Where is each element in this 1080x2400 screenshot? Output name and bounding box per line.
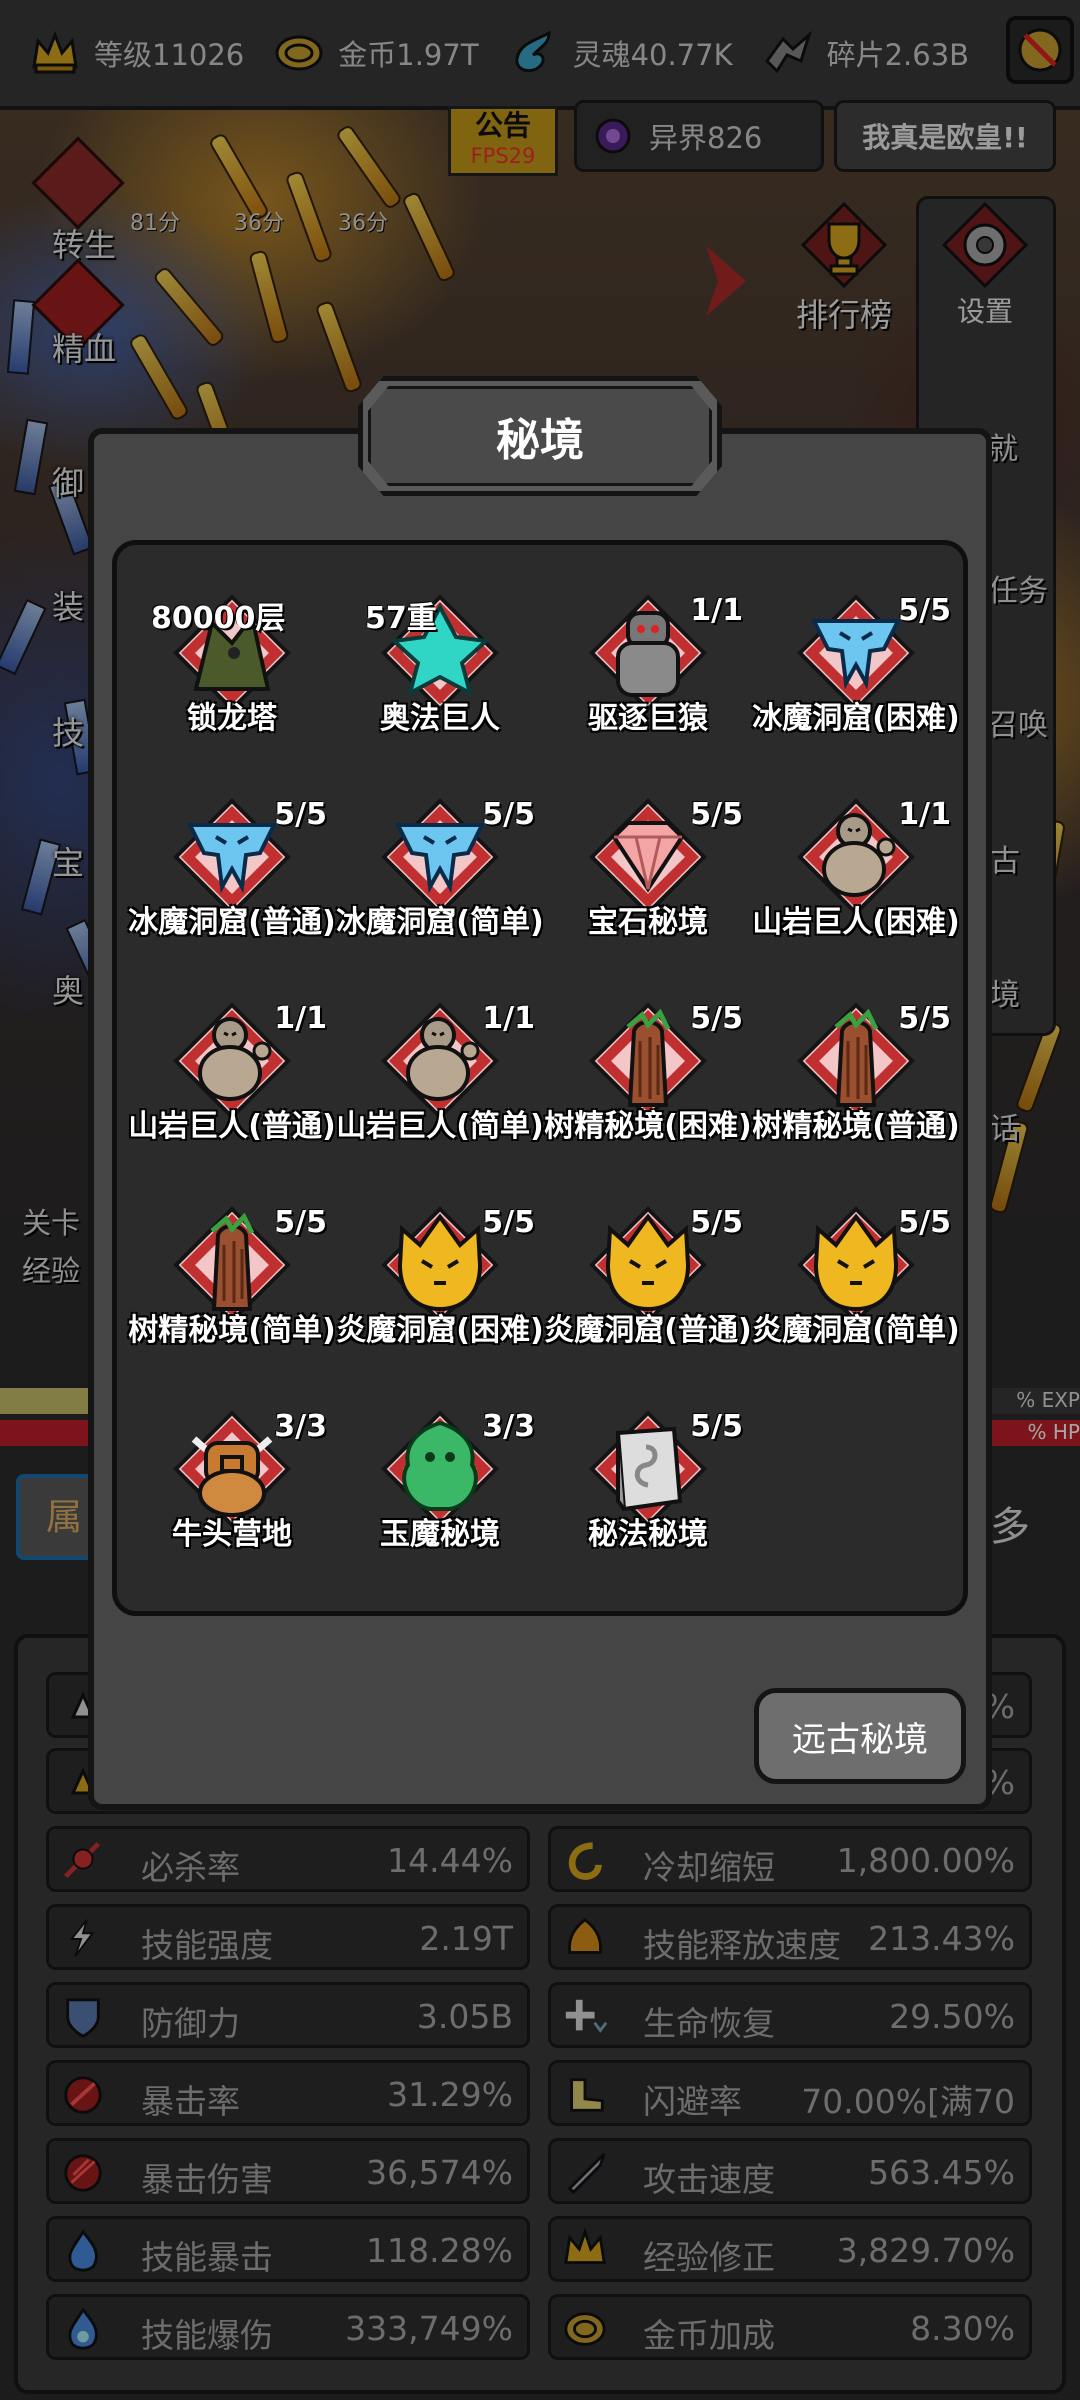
dungeon-name: 牛头营地: [172, 1517, 292, 1552]
dungeon-progress: 5/5: [898, 593, 951, 628]
dungeon-card[interactable]: 3/3 玉魔秘境: [335, 1389, 545, 1589]
dungeon-card[interactable]: 1/1 山岩巨人(普通): [127, 981, 337, 1181]
dungeon-card[interactable]: 5/5 秘法秘境: [543, 1389, 753, 1589]
dungeon-name: 山岩巨人(困难): [752, 905, 960, 940]
dungeon-progress: 5/5: [690, 1001, 743, 1036]
dungeon-progress: 3/3: [274, 1409, 327, 1444]
dungeon-name: 驱逐巨猿: [588, 701, 708, 736]
dungeon-name: 山岩巨人(简单): [336, 1109, 544, 1144]
dungeon-card[interactable]: 1/1 驱逐巨猿: [543, 573, 753, 773]
dungeon-progress: 5/5: [898, 1001, 951, 1036]
dungeon-name: 宝石秘境: [588, 905, 708, 940]
dungeon-name: 冰魔洞窟(简单): [336, 905, 544, 940]
modal-title: 秘境: [368, 386, 712, 486]
dungeon-progress: 57重: [365, 601, 437, 636]
dungeon-progress: 1/1: [898, 797, 951, 832]
dungeon-name: 树精秘境(简单): [128, 1313, 336, 1348]
dungeon-progress: 5/5: [690, 797, 743, 832]
dungeon-name: 炎魔洞窟(普通): [544, 1313, 752, 1348]
dungeon-name: 玉魔秘境: [380, 1517, 500, 1552]
dungeon-progress: 5/5: [898, 1205, 951, 1240]
dungeon-card[interactable]: 3/3 牛头营地: [127, 1389, 337, 1589]
dungeon-name: 秘法秘境: [588, 1517, 708, 1552]
dungeon-progress: 1/1: [482, 1001, 535, 1036]
dungeon-name: 炎魔洞窟(简单): [752, 1313, 960, 1348]
dungeon-progress: 1/1: [274, 1001, 327, 1036]
dungeon-card[interactable]: 1/1 山岩巨人(简单): [335, 981, 545, 1181]
dungeon-progress: 3/3: [482, 1409, 535, 1444]
dungeon-name: 奥法巨人: [380, 701, 500, 736]
dungeon-name: 炎魔洞窟(困难): [336, 1313, 544, 1348]
dungeon-card[interactable]: 5/5 冰魔洞窟(普通): [127, 777, 337, 977]
dungeon-grid: 80000层 锁龙塔 57重 奥法巨人 1/1 驱逐巨猿 5/5 冰魔洞窟(困难) 5/5 冰魔洞…: [112, 540, 968, 1616]
dungeon-card[interactable]: 5/5 冰魔洞窟(简单): [335, 777, 545, 977]
dungeon-card[interactable]: 5/5 冰魔洞窟(困难): [751, 573, 961, 773]
dungeon-progress: 5/5: [274, 797, 327, 832]
dungeon-card[interactable]: 5/5 宝石秘境: [543, 777, 753, 977]
dungeon-progress: 5/5: [274, 1205, 327, 1240]
dungeon-progress: 5/5: [482, 797, 535, 832]
dungeon-name: 树精秘境(困难): [544, 1109, 752, 1144]
dungeon-card[interactable]: 5/5 炎魔洞窟(困难): [335, 1185, 545, 1385]
dungeon-card[interactable]: 5/5 树精秘境(普通): [751, 981, 961, 1181]
dungeon-progress: 5/5: [690, 1409, 743, 1444]
dungeon-progress: 5/5: [690, 1205, 743, 1240]
ancient-realm-button[interactable]: 远古秘境: [754, 1688, 966, 1784]
dungeon-name: 冰魔洞窟(普通): [128, 905, 336, 940]
dungeon-progress: 80000层: [151, 601, 286, 636]
dungeon-name: 锁龙塔: [187, 701, 277, 736]
dungeon-name: 树精秘境(普通): [752, 1109, 960, 1144]
dungeon-card[interactable]: 5/5 树精秘境(困难): [543, 981, 753, 1181]
dungeon-name: 山岩巨人(普通): [128, 1109, 336, 1144]
dungeon-progress: 1/1: [690, 593, 743, 628]
dungeon-card[interactable]: 5/5 树精秘境(简单): [127, 1185, 337, 1385]
dungeon-card[interactable]: 5/5 炎魔洞窟(普通): [543, 1185, 753, 1385]
dungeon-progress: 5/5: [482, 1205, 535, 1240]
dungeon-card[interactable]: 5/5 炎魔洞窟(简单): [751, 1185, 961, 1385]
dungeon-name: 冰魔洞窟(困难): [752, 701, 960, 736]
dungeon-card[interactable]: 80000层锁龙塔: [127, 573, 337, 773]
dungeon-card[interactable]: 57重奥法巨人: [335, 573, 545, 773]
dungeon-card[interactable]: 1/1 山岩巨人(困难): [751, 777, 961, 977]
